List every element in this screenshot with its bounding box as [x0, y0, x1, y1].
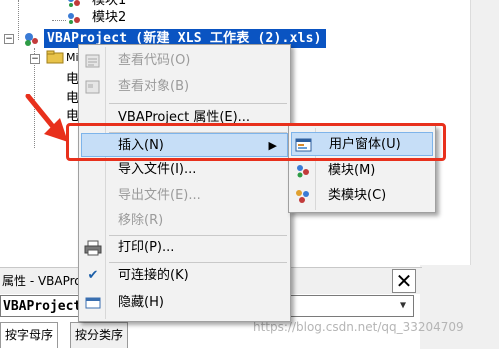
menu-separator	[109, 262, 287, 263]
menu-item-view-code[interactable]: 查看代码(O)	[81, 49, 288, 73]
menu-item-label: 查看对象(B)	[118, 79, 190, 94]
collapse-toggle[interactable]: −	[30, 54, 40, 64]
object-selector-value: VBAProject	[3, 299, 82, 314]
menu-item-label: 导入文件(I)...	[118, 162, 197, 177]
menu-item-dockable[interactable]: ✔ 可连接的(K)	[81, 264, 288, 288]
menu-item-remove[interactable]: 移除(R)	[81, 209, 288, 233]
module-icon	[66, 0, 82, 8]
collapse-toggle[interactable]: −	[4, 34, 14, 44]
printer-icon	[84, 240, 102, 256]
context-menu: 查看代码(O) 查看对象(B) VBAProject 属性(E)... 插入(N…	[78, 44, 291, 322]
menu-item-class-module[interactable]: 类模块(C)	[291, 184, 433, 208]
hide-window-icon	[84, 295, 102, 311]
checkmark-icon: ✔	[87, 268, 99, 283]
annotation-arrow	[25, 94, 68, 142]
vba-project-icon	[22, 31, 38, 46]
tab-categorized[interactable]: 按分类序	[70, 322, 129, 348]
annotation-highlight-box	[66, 123, 446, 161]
module-icon	[66, 11, 82, 25]
close-icon[interactable]: ✕	[392, 269, 416, 293]
menu-item-label: 导出文件(E)...	[118, 188, 201, 203]
menu-item-hide[interactable]: 隐藏(H)	[81, 291, 288, 315]
menu-item-label: 移除(R)	[118, 213, 164, 228]
class-module-icon	[294, 188, 312, 204]
menu-item-label: 类模块(C)	[328, 188, 387, 203]
tree-folder-label: Mi	[66, 51, 79, 64]
folder-icon	[46, 50, 64, 64]
menu-item-module[interactable]: 模块(M)	[291, 159, 433, 183]
menu-item-label: 查看代码(O)	[118, 53, 191, 68]
tab-alphabetic[interactable]: 按字母序	[0, 322, 59, 348]
panel-background	[420, 265, 499, 349]
tree-connector	[52, 20, 66, 21]
menu-item-label: 打印(P)...	[118, 240, 175, 255]
menu-item-print[interactable]: 打印(P)...	[81, 236, 288, 260]
menu-item-label: 隐藏(H)	[118, 295, 164, 310]
tree-connector	[18, 0, 19, 40]
menu-item-label: 模块(M)	[328, 163, 376, 178]
tree-item-label: 模块2	[92, 10, 127, 25]
view-object-icon	[84, 79, 102, 95]
view-code-icon	[84, 53, 102, 69]
module-icon	[294, 163, 312, 179]
menu-item-label: 可连接的(K)	[118, 268, 189, 283]
chevron-down-icon[interactable]: ▼	[395, 298, 411, 314]
watermark-text: https://blog.csdn.net/qq_33204709	[253, 320, 464, 334]
menu-item-import-file[interactable]: 导入文件(I)...	[81, 158, 288, 182]
vertical-scrollbar[interactable]	[470, 0, 499, 265]
menu-separator	[109, 103, 287, 104]
menu-item-export-file[interactable]: 导出文件(E)...	[81, 184, 288, 208]
menu-item-view-object[interactable]: 查看对象(B)	[81, 75, 288, 99]
